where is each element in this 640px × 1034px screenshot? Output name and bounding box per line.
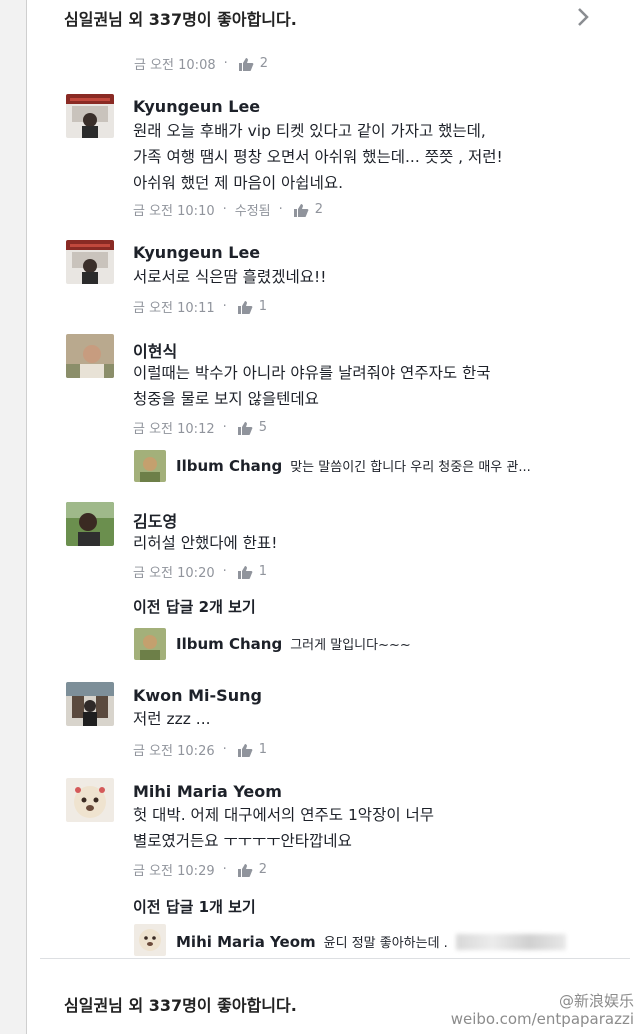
like-count: 1	[258, 742, 268, 757]
view-previous-replies-link[interactable]: 이전 답글 1개 보기	[133, 896, 256, 917]
like-count: 2	[314, 202, 324, 217]
comment-author[interactable]: 김도영	[133, 508, 177, 532]
timestamp: 금 오전 10:08	[134, 58, 216, 73]
separator-dot: ·	[222, 202, 227, 217]
top-likes-summary[interactable]: 심일권님 외 337명이 좋아합니다.	[64, 6, 297, 30]
timestamp[interactable]: 금 오전 10:26	[133, 740, 215, 759]
comment-meta: 금 오전 10:11 · 1	[133, 297, 267, 316]
like-count: 5	[258, 420, 268, 435]
thumbs-up-icon[interactable]	[237, 421, 253, 435]
reply-avatar[interactable]	[134, 924, 166, 956]
thumbs-up-icon[interactable]	[293, 203, 309, 217]
comment-text: 헛 대박. 어제 대구에서의 연주도 1악장이 너무 별로였거든요 ㅜㅜㅜㅜ안타…	[133, 802, 434, 854]
comment-author[interactable]: Mihi Maria Yeom	[133, 782, 282, 801]
timestamp[interactable]: 금 오전 10:29	[133, 860, 215, 879]
thumbs-up-icon[interactable]	[237, 565, 253, 579]
separator-dot: ·	[222, 742, 227, 757]
section-divider	[40, 958, 630, 959]
watermark-brand: @新浪娱乐	[558, 992, 634, 1010]
thumbs-up-icon[interactable]	[237, 743, 253, 757]
reply-preview[interactable]: Ilbum Chang 맞는 말씀이긴 합니다 우리 청중은 매우 관...	[176, 456, 531, 476]
comment-line: 청중을 물로 보지 않을텐데요	[133, 390, 319, 408]
comment-line: 가족 여행 땜시 평창 오면서 아쉬워 했는데... 쯧쯧 , 저런!	[133, 148, 503, 166]
reply-avatar[interactable]	[134, 450, 166, 482]
view-previous-replies-link[interactable]: 이전 답글 2개 보기	[133, 596, 256, 617]
comment-text: 리허설 안했다에 한표!	[133, 530, 277, 556]
timestamp[interactable]: 금 오전 10:11	[133, 297, 215, 316]
comment-meta: 금 오전 10:10 · 수정됨 · 2	[133, 200, 323, 219]
comment-line: 아쉬워 했던 제 마음이 아쉽네요.	[133, 174, 344, 192]
thumbs-up-icon[interactable]	[237, 863, 253, 877]
avatar[interactable]	[66, 682, 114, 726]
comment-author[interactable]: 이현식	[133, 338, 177, 362]
avatar[interactable]	[66, 94, 114, 138]
comment-meta: 금 오전 10:26 · 1	[133, 740, 267, 759]
reply-text: 그러게 말입니다~~~	[290, 638, 411, 653]
avatar[interactable]	[66, 240, 114, 284]
comment-line: 헛 대박. 어제 대구에서의 연주도 1악장이 너무	[133, 806, 435, 824]
avatar[interactable]	[66, 502, 114, 546]
separator-dot: ·	[278, 202, 283, 217]
comment-line: 이럴때는 박수가 아니라 야유를 날려줘야 연주자도 한국	[133, 364, 491, 382]
comment-line: 원래 오늘 후배가 vip 티켓 있다고 같이 가자고 했는데,	[133, 122, 486, 140]
comment-text: 서로서로 식은땀 흘렸겠네요!!	[133, 264, 326, 290]
comment-line: 저런 zzz ...	[133, 710, 211, 728]
like-count: 2	[259, 56, 269, 71]
comment-text: 원래 오늘 후배가 vip 티켓 있다고 같이 가자고 했는데, 가족 여행 땜…	[133, 118, 503, 196]
comment-author[interactable]: Kyungeun Lee	[133, 243, 260, 262]
comment-meta: 금 오전 10:29 · 2	[133, 860, 267, 879]
comment-text: 저런 zzz ...	[133, 706, 211, 732]
comment-line: 서로서로 식은땀 흘렸겠네요!!	[133, 268, 327, 286]
separator-dot: ·	[222, 564, 227, 579]
separator-dot: ·	[222, 299, 227, 314]
like-count: 1	[258, 564, 268, 579]
reply-avatar[interactable]	[134, 628, 166, 660]
avatar[interactable]	[66, 778, 114, 822]
reply-author[interactable]: Mihi Maria Yeom	[176, 933, 316, 951]
left-frame-edge	[0, 0, 26, 1034]
comment-author[interactable]: Kyungeun Lee	[133, 97, 260, 116]
timestamp[interactable]: 금 오전 10:12	[133, 418, 215, 437]
comment-text: 이럴때는 박수가 아니라 야유를 날려줘야 연주자도 한국 청중을 물로 보지 …	[133, 360, 491, 412]
comment-line: 별로였거든요 ㅜㅜㅜㅜ안타깝네요	[133, 832, 352, 850]
comment-meta: 금 오전 10:12 · 5	[133, 418, 267, 437]
avatar[interactable]	[66, 334, 114, 378]
like-count: 2	[258, 862, 268, 877]
separator-dot: ·	[222, 420, 227, 435]
timestamp[interactable]: 금 오전 10:10	[133, 200, 215, 219]
timestamp[interactable]: 금 오전 10:20	[133, 562, 215, 581]
reply-author[interactable]: Ilbum Chang	[176, 457, 282, 475]
separator-dot: ·	[223, 56, 228, 71]
reply-preview[interactable]: Mihi Maria Yeom 윤디 정말 좋아하는데 .	[176, 932, 566, 951]
reply-author[interactable]: Ilbum Chang	[176, 635, 282, 653]
reply-preview[interactable]: Ilbum Chang 그러게 말입니다~~~	[176, 634, 411, 654]
blurred-text	[455, 933, 566, 950]
like-count: 1	[258, 299, 268, 314]
header-meta: 금 오전 10:08 · 2	[134, 54, 268, 73]
separator-dot: ·	[222, 862, 227, 877]
chevron-right-icon[interactable]	[572, 6, 594, 28]
bottom-likes-summary[interactable]: 심일권님 외 337명이 좋아합니다.	[64, 992, 297, 1016]
left-frame-line	[26, 0, 27, 1034]
reply-text: 맞는 말씀이긴 합니다 우리 청중은 매우 관...	[290, 460, 531, 475]
thumbs-up-icon	[238, 57, 254, 71]
reply-text: 윤디 정말 좋아하는데 .	[323, 936, 448, 951]
watermark-url: weibo.com/entpaparazzi	[450, 1010, 634, 1028]
thumbs-up-icon[interactable]	[237, 300, 253, 314]
edited-label[interactable]: 수정됨	[235, 200, 271, 219]
comment-line: 리허설 안했다에 한표!	[133, 534, 278, 552]
comment-meta: 금 오전 10:20 · 1	[133, 562, 267, 581]
comment-author[interactable]: Kwon Mi-Sung	[133, 686, 262, 705]
